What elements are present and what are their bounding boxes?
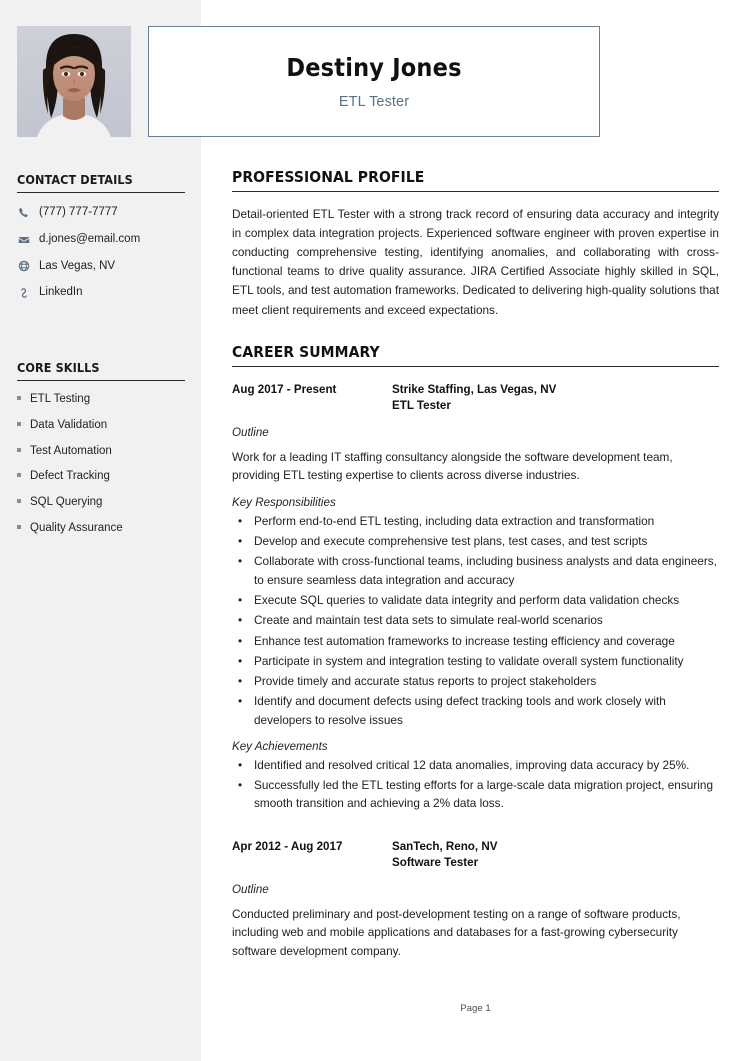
list-item: • Create and maintain test data sets to … (232, 611, 719, 629)
list-item: • Perform end-to-end ETL testing, includ… (232, 512, 719, 530)
skill-label: Defect Tracking (30, 470, 110, 483)
square-bullet-icon (17, 396, 21, 400)
square-bullet-icon (17, 447, 21, 452)
bullet-icon: • (238, 778, 243, 793)
skill-item: Test Automation (17, 445, 185, 459)
resume-page: Destiny Jones ETL Tester CONTACT DETAILS… (0, 0, 750, 1061)
key-achievements-list: • Identified and resolved critical 12 da… (232, 756, 719, 813)
career-entry-role: Software Tester (392, 856, 479, 870)
skill-label: Test Automation (30, 444, 112, 457)
list-item: • Develop and execute comprehensive test… (232, 532, 719, 550)
list-item: • Participate in system and integration … (232, 652, 719, 670)
skill-label: Quality Assurance (30, 521, 123, 534)
list-item-text: Execute SQL queries to validate data int… (254, 592, 680, 607)
list-item-text: Provide timely and accurate status repor… (254, 674, 597, 689)
list-item-text: Perform end-to-end ETL testing, includin… (254, 513, 655, 528)
professional-profile-heading: PROFESSIONAL PROFILE (232, 168, 719, 192)
candidate-photo (17, 26, 131, 137)
professional-profile-text: Detail-oriented ETL Tester with a strong… (232, 207, 719, 317)
contact-details-heading: CONTACT DETAILS (17, 172, 185, 193)
core-skills-heading: CORE SKILLS (17, 360, 185, 381)
contact-details-section: CONTACT DETAILS (777) 777-7777 d.jones@e… (17, 172, 185, 313)
outline-label: Outline (232, 425, 269, 439)
career-entry-employer: SanTech, Reno, NV Software Tester (392, 839, 497, 872)
career-entry-header: Aug 2017 - Present Strike Staffing, Las … (232, 382, 719, 415)
list-item-text: Identify and document defects using defe… (254, 694, 666, 727)
career-summary-heading: CAREER SUMMARY (232, 343, 719, 367)
bullet-icon: • (238, 674, 243, 689)
list-item-text: Develop and execute comprehensive test p… (254, 534, 648, 549)
contact-item-location[interactable]: Las Vegas, NV (17, 260, 185, 274)
list-item: • Identify and document defects using de… (232, 692, 719, 729)
list-item: • Execute SQL queries to validate data i… (232, 591, 719, 609)
career-entry-employer: Strike Staffing, Las Vegas, NV ETL Teste… (392, 382, 556, 415)
contact-item-email[interactable]: d.jones@email.com (17, 233, 185, 247)
square-bullet-icon (17, 499, 21, 504)
candidate-name: Destiny Jones (286, 53, 462, 82)
phone-icon (17, 207, 31, 219)
career-entry-dates: Aug 2017 - Present (232, 382, 337, 396)
list-item-text: Identified and resolved critical 12 data… (254, 757, 690, 772)
skill-item: Defect Tracking (17, 470, 185, 484)
contact-email-value: d.jones@email.com (39, 232, 141, 245)
skill-label: SQL Querying (30, 496, 103, 509)
career-entry: Aug 2017 - Present Strike Staffing, Las … (232, 382, 719, 813)
bullet-icon: • (238, 534, 243, 549)
globe-icon (17, 260, 31, 272)
square-bullet-icon (17, 421, 21, 426)
page-footer: Page 1 (460, 1003, 491, 1014)
envelope-icon (17, 234, 31, 246)
bullet-icon: • (238, 633, 243, 648)
skill-item: SQL Querying (17, 496, 185, 510)
career-entry: Apr 2012 - Aug 2017 SanTech, Reno, NV So… (232, 839, 719, 961)
link-icon (17, 287, 31, 299)
outline-text: Work for a leading IT staffing consultan… (232, 449, 673, 483)
key-responsibilities-label: Key Responsibilities (232, 495, 336, 509)
core-skills-section: CORE SKILLS ETL Testing Data Validation … (17, 360, 185, 548)
contact-item-phone[interactable]: (777) 777-7777 (17, 206, 185, 220)
core-skills-list: ETL Testing Data Validation Test Automat… (17, 393, 185, 536)
bullet-icon: • (238, 757, 243, 772)
bullet-icon: • (238, 513, 243, 528)
bullet-icon: • (238, 613, 243, 628)
list-item: • Successfully led the ETL testing effor… (232, 776, 719, 813)
skill-label: ETL Testing (30, 393, 91, 405)
outline-label: Outline (232, 882, 269, 896)
contact-phone-value: (777) 777-7777 (39, 206, 118, 218)
skill-label: Data Validation (30, 418, 108, 431)
skill-item: Quality Assurance (17, 522, 185, 536)
list-item: • Identified and resolved critical 12 da… (232, 756, 719, 774)
list-item-text: Enhance test automation frameworks to in… (254, 633, 675, 648)
contact-location-value: Las Vegas, NV (39, 259, 116, 272)
list-item-text: Collaborate with cross-functional teams,… (254, 554, 717, 587)
list-item: • Collaborate with cross-functional team… (232, 552, 719, 589)
contact-list: (777) 777-7777 d.jones@email.com Las Veg… (17, 206, 185, 300)
bullet-icon: • (238, 694, 243, 709)
main-content: PROFESSIONAL PROFILE Detail-oriented ETL… (232, 168, 719, 961)
square-bullet-icon (17, 524, 21, 529)
career-entry-company: SanTech, Reno, NV (392, 839, 498, 853)
list-item: • Provide timely and accurate status rep… (232, 672, 719, 690)
career-entry-role: ETL Tester (392, 399, 451, 413)
bullet-icon: • (238, 653, 243, 668)
skill-item: Data Validation (17, 419, 185, 433)
career-entry-company: Strike Staffing, Las Vegas, NV (392, 382, 557, 396)
list-item-text: Participate in system and integration te… (254, 653, 684, 668)
career-entry-dates: Apr 2012 - Aug 2017 (232, 839, 343, 853)
bullet-icon: • (238, 592, 243, 607)
bullet-icon: • (238, 554, 243, 569)
header-box: Destiny Jones ETL Tester (148, 26, 600, 137)
outline-text: Conducted preliminary and post-developme… (232, 906, 681, 958)
square-bullet-icon (17, 473, 21, 478)
contact-linkedin-value: LinkedIn (39, 286, 83, 299)
career-entry-header: Apr 2012 - Aug 2017 SanTech, Reno, NV So… (232, 839, 719, 872)
contact-item-linkedin[interactable]: LinkedIn (17, 286, 185, 300)
key-responsibilities-list: • Perform end-to-end ETL testing, includ… (232, 512, 719, 729)
list-item-text: Successfully led the ETL testing efforts… (254, 778, 714, 811)
skill-item: ETL Testing (17, 393, 185, 407)
candidate-job-title: ETL Tester (338, 94, 410, 110)
list-item: • Enhance test automation frameworks to … (232, 632, 719, 650)
list-item-text: Create and maintain test data sets to si… (254, 613, 603, 628)
key-achievements-label: Key Achievements (232, 739, 328, 753)
